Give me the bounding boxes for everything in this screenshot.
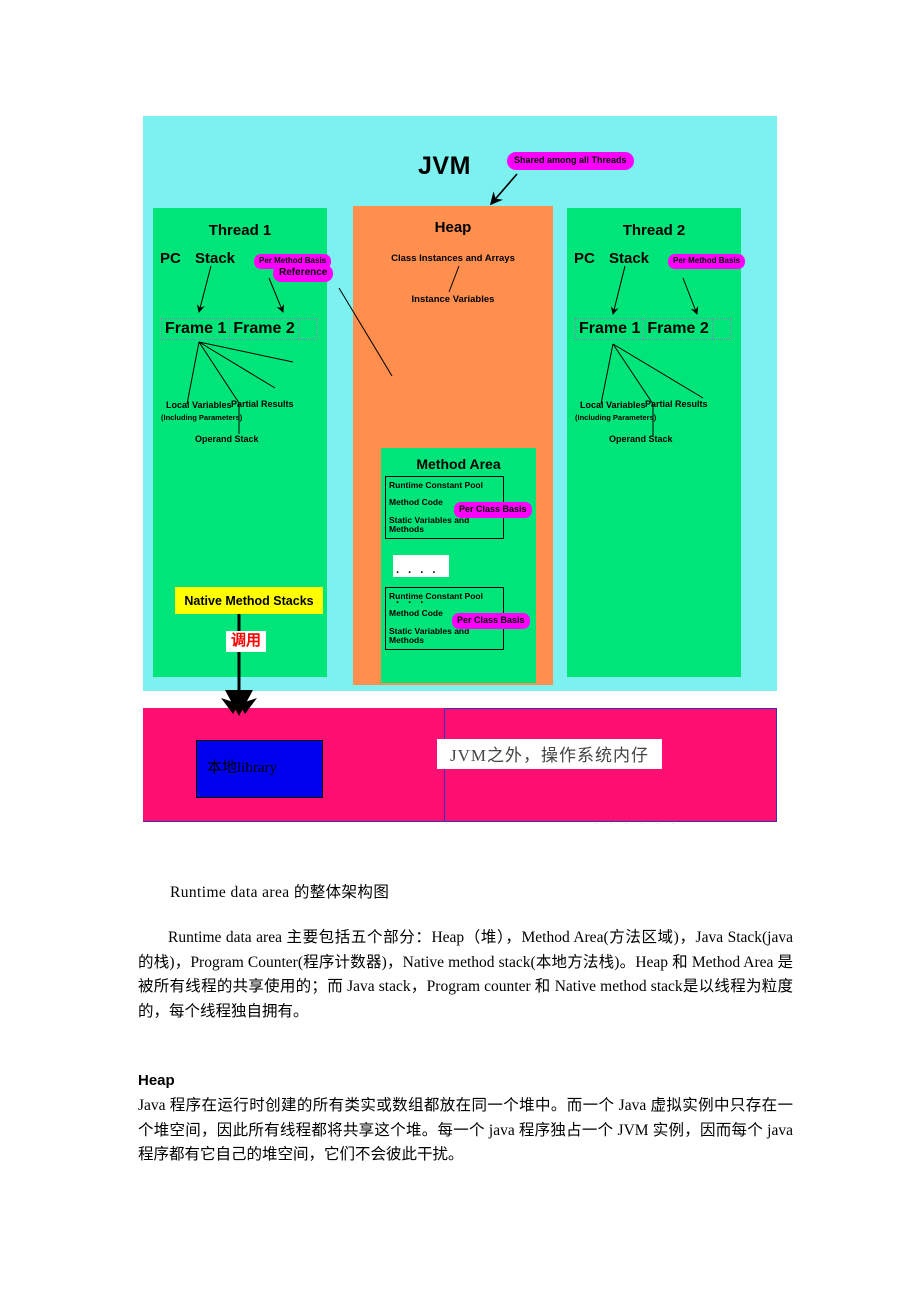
thread-2-stack-label: Stack (609, 250, 650, 267)
native-library-label: 本地library (207, 760, 277, 776)
thread-1-partial-results-label: Partial Results (231, 399, 294, 409)
thread-2-frame-2: Frame 2 (644, 319, 713, 339)
shared-among-all-threads-badge: Shared among all Threads (507, 152, 634, 170)
figure-caption: Runtime data area 的整体架构图 (170, 884, 390, 901)
thread-2-frame-1: Frame 1 (576, 319, 645, 339)
thread-2-box: Thread 2 PC Stack Per Method Basis Frame… (567, 208, 746, 677)
class-block-1-runtime-constant-pool: Runtime Constant Pool (389, 480, 483, 490)
thread-1-frame-empty (299, 319, 316, 339)
thread-2-frame-empty (713, 319, 730, 339)
operating-system-memory-box: 本地library JVM之外，操作系统内仔 (143, 708, 777, 822)
method-area-ellipsis: . . . . . . . (393, 555, 449, 606)
jvm-title: JVM (418, 152, 471, 180)
thread-1-frames-row: Frame 1 Frame 2 (161, 318, 317, 340)
thread-2-partial-results-label: Partial Results (645, 399, 708, 409)
method-area-title: Method Area (416, 456, 501, 472)
native-method-stacks-box: Native Method Stacks (175, 587, 323, 614)
thread-1-local-variables-label: Local Variables (166, 400, 232, 410)
heap-class-instances-label: Class Instances and Arrays (391, 253, 515, 264)
faint-bottom-text: · · · · · · (593, 816, 680, 831)
thread-2-local-variables-sub: (Including Parameters) (575, 413, 657, 422)
heap-instance-variables-label: Instance Variables (411, 294, 495, 305)
thread-2-per-method-basis-badge: Per Method Basis (668, 254, 746, 269)
thread-1-pc-label: PC (160, 250, 181, 267)
thread-2-title: Thread 2 (622, 222, 686, 239)
thread-2-operand-stack-label: Operand Stack (609, 434, 673, 444)
paragraph-runtime-data-area: Runtime data area 主要包括五个部分：Heap（堆），Metho… (138, 929, 793, 1020)
class-block-2-per-class-basis-badge: Per Class Basis (452, 613, 530, 629)
outside-jvm-label: JVM之外，操作系统内仔 (437, 739, 663, 769)
heap-title: Heap (434, 219, 472, 236)
thread-1-operand-stack-label: Operand Stack (195, 434, 259, 444)
class-block-1-per-class-basis-badge: Per Class Basis (454, 502, 532, 518)
call-label: 调用 (226, 631, 267, 652)
thread-1-frame-2: Frame 2 (230, 319, 299, 339)
thread-2-local-variables-label: Local Variables (580, 400, 646, 410)
heap-box: Heap Class Instances and Arrays Instance… (353, 206, 553, 685)
heap-section-heading: Heap (138, 1072, 175, 1089)
thread-1-stack-label: Stack (195, 250, 236, 267)
thread-2-frames-row: Frame 1 Frame 2 (575, 318, 731, 340)
thread-1-frame-1: Frame 1 (162, 319, 231, 339)
class-block-2-runtime-constant-pool: Runtime Constant Pool (389, 591, 483, 601)
native-library-box: 本地library (196, 740, 323, 798)
paragraph-heap: Java 程序在运行时创建的所有类实或数组都放在同一个堆中。而一个 Java 虚… (138, 1097, 793, 1163)
reference-badge: Reference (273, 265, 334, 282)
thread-1-local-variables-sub: (Including Parameters) (161, 413, 243, 422)
jvm-architecture-diagram: JVM Shared among all Threads Thread 1 PC… (143, 116, 777, 831)
thread-1-title: Thread 1 (208, 222, 272, 239)
thread-2-pc-label: PC (574, 250, 595, 267)
method-area-box: Method Area Runtime Constant Pool Method… (381, 448, 536, 683)
